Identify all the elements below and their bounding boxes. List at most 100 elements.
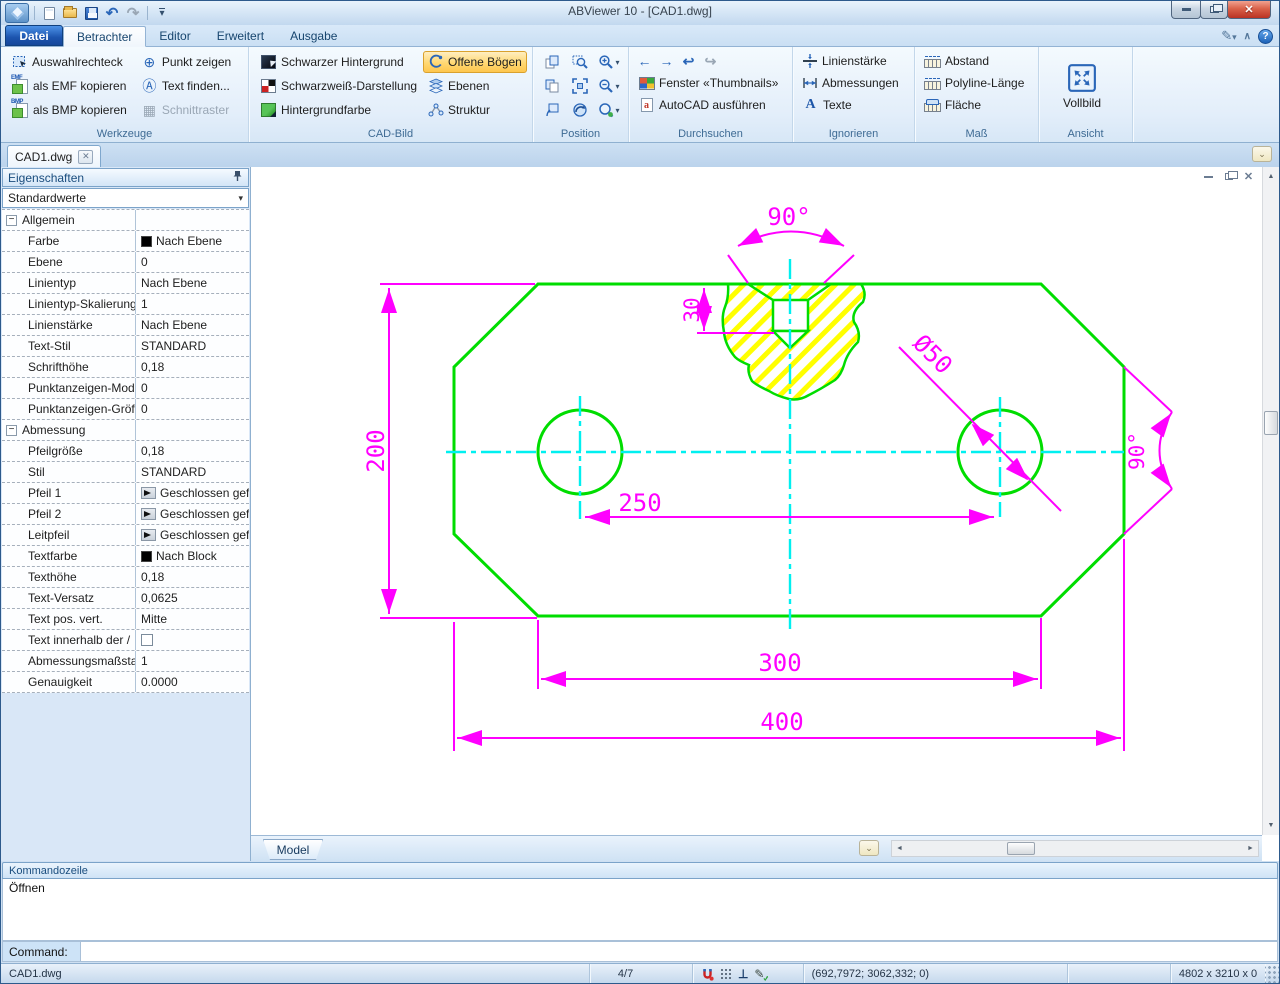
zoom-in-button[interactable]: ▾ (593, 51, 625, 73)
property-section-header[interactable]: −Allgemein (2, 209, 249, 230)
undo-button[interactable]: ↶ (103, 5, 121, 22)
vertical-scrollbar[interactable]: ▲ ▼ (1262, 167, 1279, 835)
schwarzweiss-darstellung-button[interactable]: Schwarzweiß-Darstellung (255, 75, 419, 97)
command-input[interactable] (81, 942, 1277, 961)
property-value[interactable] (136, 630, 249, 650)
cad-drawing[interactable]: 200 90° 30 Ø50 90° 250 300 400 (251, 167, 1263, 835)
property-value[interactable]: 0,0625 (136, 588, 249, 608)
property-value[interactable]: 0,18 (136, 441, 249, 461)
child-close-button[interactable]: ✕ (1242, 171, 1255, 182)
pin-icon[interactable] (232, 170, 243, 185)
pen-settings-button[interactable]: ✎▾ (1221, 28, 1236, 44)
collapse-icon[interactable]: − (6, 215, 17, 226)
layout-list-chevron-button[interactable]: ⌄ (859, 840, 879, 856)
punkt-zeigen-button[interactable]: ⊕ Punkt zeigen (136, 51, 236, 73)
property-value[interactable]: Geschlossen gefüll (136, 525, 249, 545)
tab-datei[interactable]: Datei (5, 25, 63, 46)
document-tab-cad1[interactable]: CAD1.dwg ✕ (7, 145, 101, 167)
save-button[interactable] (82, 5, 100, 22)
rotate-angle-button[interactable] (537, 99, 567, 121)
resize-grip[interactable] (1265, 964, 1279, 984)
ortho-icon[interactable]: ⊥ (738, 967, 748, 981)
struktur-button[interactable]: Struktur (423, 99, 527, 121)
offene-boegen-button[interactable]: Offene Bögen (423, 51, 527, 73)
jump-back-button[interactable]: ↩ (679, 52, 698, 70)
tab-betrachter[interactable]: Betrachter (63, 26, 146, 47)
app-menu-button[interactable] (5, 3, 29, 23)
previous-view-button[interactable]: ← (635, 52, 654, 70)
linienstaerke-button[interactable]: Linienstärke (797, 50, 910, 72)
auswahlrechteck-button[interactable]: Auswahlrechteck (7, 51, 132, 73)
polyline-laenge-button[interactable]: Polyline-Länge (919, 72, 1034, 94)
property-value[interactable]: 0.0000 (136, 672, 249, 692)
ebenen-button[interactable]: Ebenen (423, 75, 527, 97)
property-value[interactable]: Nach Block (136, 546, 249, 566)
restore-button[interactable] (1200, 1, 1228, 19)
grid-icon[interactable] (720, 968, 732, 980)
schwarzer-hintergrund-button[interactable]: Schwarzer Hintergrund (255, 51, 419, 73)
snap-magnet-icon[interactable] (701, 968, 714, 981)
tab-ausgabe[interactable]: Ausgabe (277, 25, 350, 46)
property-value[interactable]: Nach Ebene (136, 273, 249, 293)
close-button[interactable]: ✕ (1227, 1, 1271, 19)
zoom-out-button[interactable]: ▾ (593, 75, 625, 97)
child-minimize-button[interactable] (1202, 171, 1215, 182)
tab-erweitert[interactable]: Erweitert (204, 25, 277, 46)
tab-list-chevron-button[interactable]: ⌄ (1252, 146, 1272, 162)
redo-button[interactable]: ↷ (124, 5, 142, 22)
child-restore-button[interactable] (1222, 171, 1235, 182)
minimize-button[interactable] (1171, 1, 1201, 19)
vollbild-button[interactable]: Vollbild (1043, 50, 1121, 122)
pan-view-button[interactable] (567, 99, 593, 121)
fit-to-window-button[interactable] (567, 75, 593, 97)
hintergrundfarbe-button[interactable]: Hintergrundfarbe (255, 99, 419, 121)
tab-editor[interactable]: Editor (146, 25, 203, 46)
property-value[interactable]: 0 (136, 252, 249, 272)
property-value[interactable]: Nach Ebene (136, 231, 249, 251)
als-emf-kopieren-button[interactable]: EMF als EMF kopieren (7, 75, 132, 97)
open-file-button[interactable] (61, 5, 79, 22)
horizontal-scrollbar[interactable]: ◄ ► (891, 840, 1259, 857)
text-finden-button[interactable]: Ⓐ Text finden... (136, 75, 236, 97)
minimize-ribbon-button[interactable]: ∧ (1244, 31, 1251, 42)
scroll-up-icon[interactable]: ▲ (1263, 169, 1279, 184)
model-tab[interactable]: Model (263, 839, 323, 860)
als-bmp-kopieren-button[interactable]: BMP als BMP kopieren (7, 99, 132, 121)
property-value[interactable]: 1 (136, 651, 249, 671)
close-document-icon[interactable]: ✕ (78, 150, 93, 164)
checkbox[interactable] (141, 634, 153, 646)
property-value[interactable]: Nach Ebene (136, 315, 249, 335)
jump-forward-button[interactable]: ↪ (701, 52, 720, 70)
abmessungen-button[interactable]: Abmessungen (797, 72, 910, 94)
property-value[interactable]: 1 (136, 294, 249, 314)
autocad-ausfuehren-button[interactable]: a AutoCAD ausführen (633, 94, 788, 116)
texte-button[interactable]: A Texte (797, 94, 910, 116)
preset-dropdown[interactable]: Standardwerte ▾ (2, 188, 249, 208)
property-value[interactable]: Geschlossen gefüll (136, 483, 249, 503)
schnittraster-button[interactable]: ▦ Schnittraster (136, 99, 236, 121)
zoom-window-button[interactable] (567, 51, 593, 73)
property-value[interactable]: 0 (136, 399, 249, 419)
drawing-canvas[interactable]: 200 90° 30 Ø50 90° 250 300 400 ✕ ▲ ▼ (251, 167, 1279, 861)
property-value[interactable]: STANDARD (136, 336, 249, 356)
scroll-right-icon[interactable]: ► (1243, 841, 1258, 856)
help-button[interactable]: ? (1258, 29, 1273, 44)
abstand-button[interactable]: Abstand (919, 50, 1034, 72)
property-value[interactable]: STANDARD (136, 462, 249, 482)
rotate-page-button[interactable] (537, 51, 567, 73)
scroll-down-icon[interactable]: ▼ (1263, 818, 1279, 833)
new-file-button[interactable] (40, 5, 58, 22)
collapse-icon[interactable]: − (6, 425, 17, 436)
copy-view-button[interactable] (537, 75, 567, 97)
customize-toolbar-button[interactable]: ▾ (153, 5, 171, 22)
fenster-thumbnails-button[interactable]: Fenster «Thumbnails» (633, 72, 788, 94)
vertical-scroll-thumb[interactable] (1264, 411, 1278, 435)
property-value[interactable]: 0,18 (136, 567, 249, 587)
property-value[interactable]: Mitte (136, 609, 249, 629)
property-section-header[interactable]: −Abmessung (2, 419, 249, 440)
property-value[interactable]: 0,18 (136, 357, 249, 377)
property-value[interactable]: Geschlossen gefüll (136, 504, 249, 524)
property-value[interactable]: 0 (136, 378, 249, 398)
horizontal-scroll-thumb[interactable] (1007, 842, 1035, 855)
scroll-left-icon[interactable]: ◄ (892, 841, 907, 856)
